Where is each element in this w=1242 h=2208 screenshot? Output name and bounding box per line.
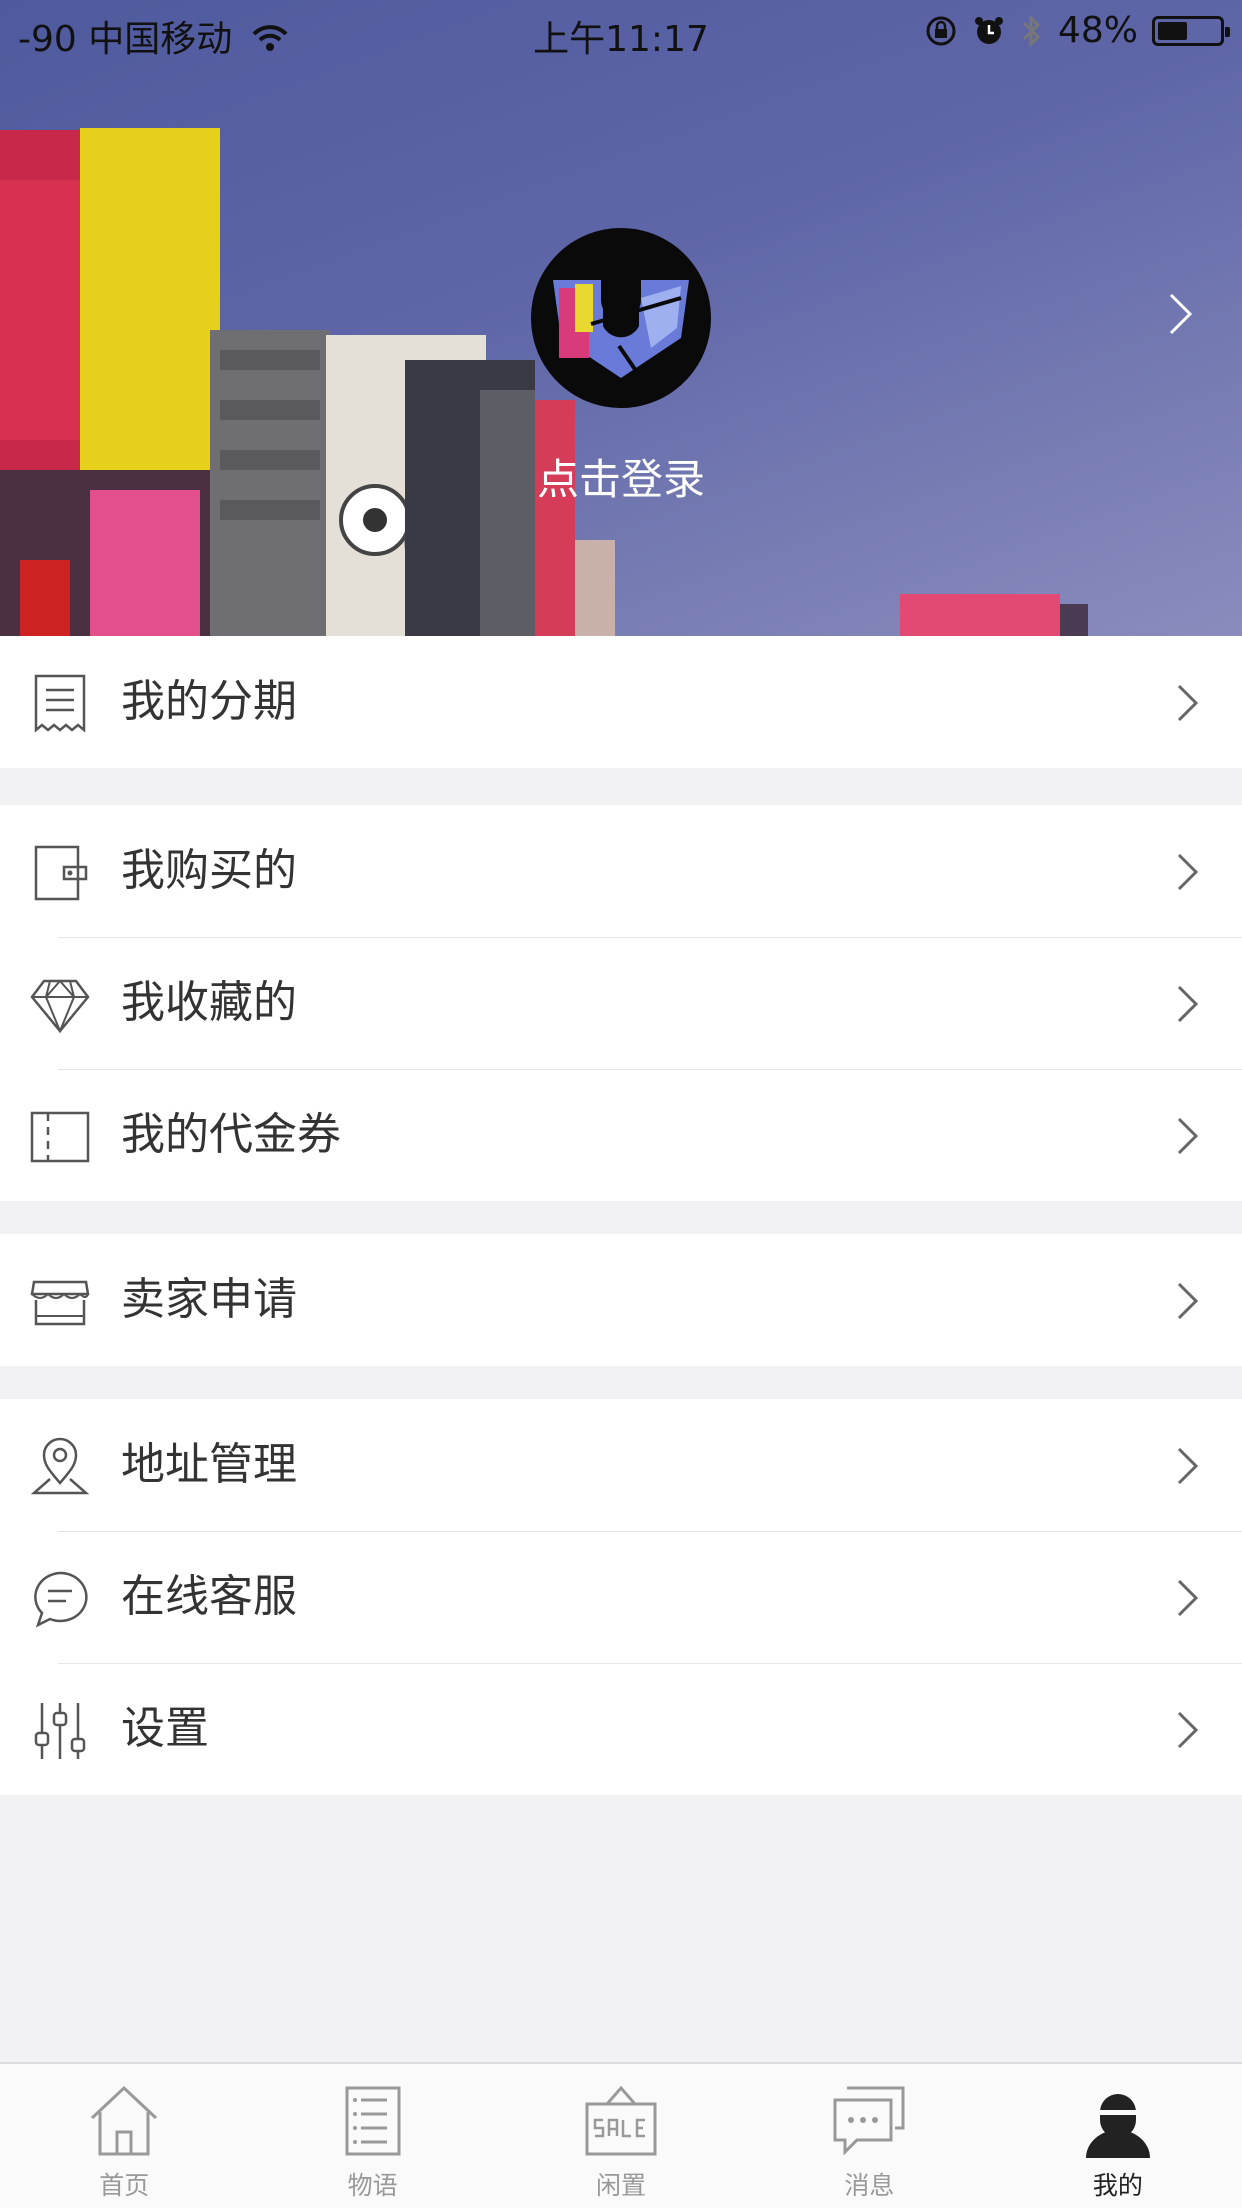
alarm-icon <box>974 16 1003 44</box>
menu-item-label: 设置 <box>121 1703 209 1754</box>
chevron-right-icon[interactable] <box>1168 292 1194 336</box>
sliders-icon <box>34 1703 86 1759</box>
menu-item-purchased[interactable]: 我购买的 <box>0 805 1242 937</box>
rotation-lock-icon <box>926 16 956 45</box>
menu-item-label: 在线客服 <box>121 1571 297 1622</box>
tab-label: 物语 <box>347 2171 398 2200</box>
menu-group-installments: 我的分期 <box>0 636 1242 768</box>
menu-group-account: 地址管理 在线客服 设置 <box>0 1399 1242 1795</box>
tab-label: 消息 <box>844 2171 895 2200</box>
store-icon <box>30 1280 90 1326</box>
chevron-right-icon <box>1177 985 1199 1023</box>
menu-item-label: 卖家申请 <box>121 1274 297 1325</box>
menu-item-label: 我购买的 <box>121 845 297 896</box>
menu-item-label: 我收藏的 <box>121 977 297 1028</box>
chat-bubble-icon <box>34 1571 88 1628</box>
status-right: 48% <box>924 10 1230 51</box>
login-link[interactable]: 点击登录 <box>0 446 1242 507</box>
tab-stories[interactable]: 物语 <box>248 2064 496 2208</box>
battery-percent: 48% <box>1057 10 1138 51</box>
tab-messages[interactable]: 消息 <box>745 2064 993 2208</box>
receipt-icon <box>34 674 86 733</box>
chevron-right-icon <box>1177 1579 1199 1617</box>
chevron-right-icon <box>1177 1117 1199 1155</box>
menu-item-label: 我的分期 <box>121 676 297 727</box>
tab-bar: 首页 物语 闲置 消息 我的 <box>0 2062 1242 2208</box>
chevron-right-icon <box>1177 684 1199 722</box>
menu-item-settings[interactable]: 设置 <box>0 1663 1242 1795</box>
chevron-right-icon <box>1177 853 1199 891</box>
avatar[interactable] <box>531 228 711 408</box>
tab-home[interactable]: 首页 <box>0 2064 248 2208</box>
menu-item-customer-service[interactable]: 在线客服 <box>0 1531 1242 1663</box>
wallet-icon <box>34 845 88 901</box>
user-icon <box>1085 2094 1150 2158</box>
message-icon <box>833 2086 905 2156</box>
tab-secondhand[interactable]: 闲置 <box>497 2064 745 2208</box>
profile-header: -90 中国移动 上午11:17 48% 点击登录 <box>0 0 1242 636</box>
tab-label: 闲置 <box>596 2171 647 2200</box>
menu-group-seller: 卖家申请 <box>0 1234 1242 1366</box>
diamond-icon <box>30 979 90 1034</box>
menu-item-seller-apply[interactable]: 卖家申请 <box>0 1234 1242 1366</box>
tab-label: 我的 <box>1092 2171 1143 2200</box>
menu-item-vouchers[interactable]: 我的代金券 <box>0 1069 1242 1201</box>
avatar-logo-icon <box>531 228 711 408</box>
menu-item-label: 地址管理 <box>121 1439 297 1490</box>
tab-mine[interactable]: 我的 <box>994 2064 1242 2208</box>
menu-item-favorites[interactable]: 我收藏的 <box>0 937 1242 1069</box>
menu-group-orders: 我购买的 我收藏的 我的代金券 <box>0 805 1242 1201</box>
chevron-right-icon <box>1177 1711 1199 1749</box>
battery-level <box>1158 21 1187 40</box>
home-icon <box>91 2085 158 2156</box>
ticket-icon <box>30 1111 90 1163</box>
bluetooth-icon <box>1022 13 1041 48</box>
document-list-icon <box>345 2086 401 2156</box>
sale-sign-icon <box>585 2085 657 2156</box>
menu-item-address[interactable]: 地址管理 <box>0 1399 1242 1531</box>
location-pin-icon <box>30 1437 90 1495</box>
battery-icon <box>1152 15 1230 46</box>
menu-item-installments[interactable]: 我的分期 <box>0 636 1242 768</box>
menu-item-label: 我的代金券 <box>121 1109 341 1160</box>
status-bar: -90 中国移动 上午11:17 48% <box>0 0 1242 62</box>
tab-label: 首页 <box>99 2171 150 2200</box>
chevron-right-icon <box>1177 1282 1199 1320</box>
chevron-right-icon <box>1177 1447 1199 1485</box>
